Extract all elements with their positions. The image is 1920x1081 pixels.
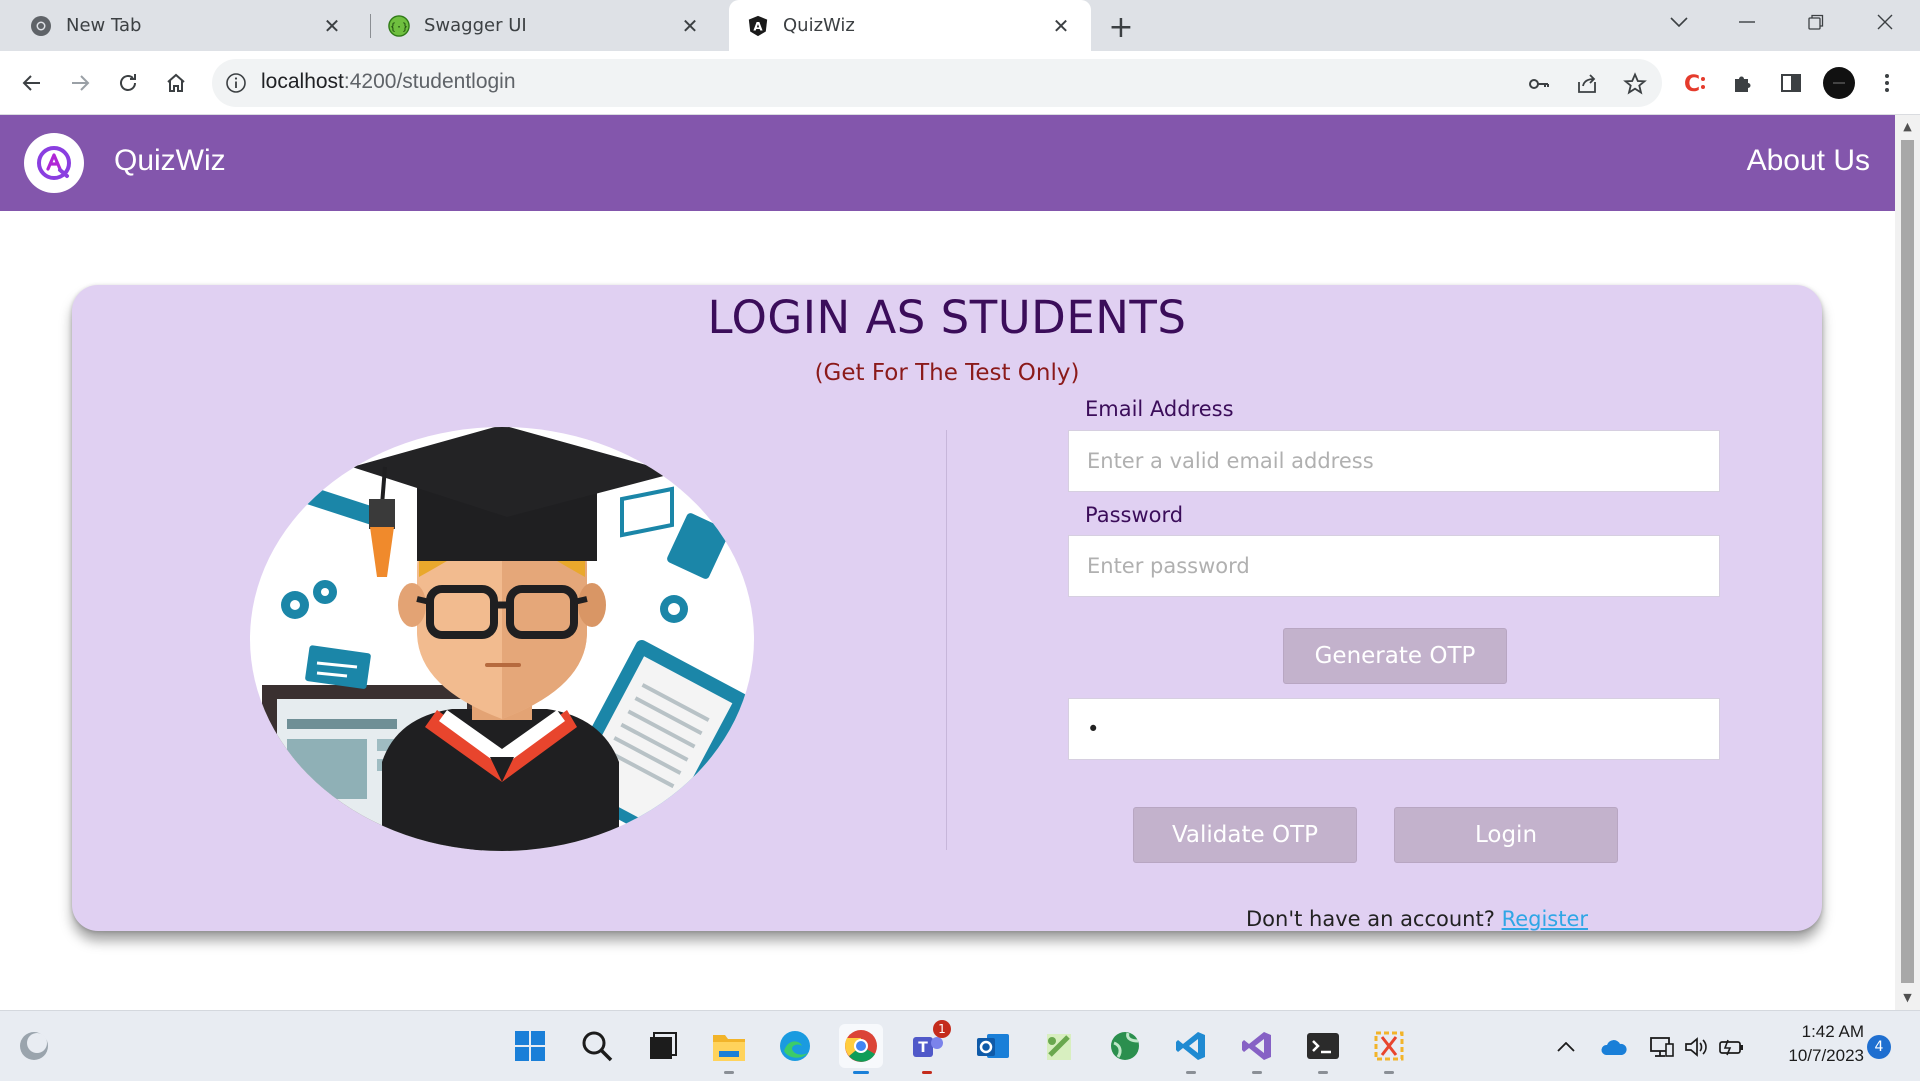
extensions-puzzle-icon[interactable] [1725,65,1761,101]
snipping-tool-icon[interactable] [1367,1024,1411,1074]
scrollbar-thumb[interactable] [1901,140,1914,983]
address-bar[interactable]: localhost:4200/studentlogin [212,59,1662,107]
page-subtitle: (Get For The Test Only) [814,360,1080,386]
running-indicator [1186,1071,1196,1074]
close-icon[interactable]: ✕ [678,14,702,38]
extension-c-icon[interactable]: C [1677,65,1713,101]
key-icon[interactable] [1526,71,1552,97]
page-viewport: QuizWiz About Us LOGIN AS STUDENTS (Get … [0,115,1895,1010]
graduate-student-illustration [250,427,754,851]
url-text: localhost:4200/studentlogin [261,70,516,94]
clock-time: 1:42 AM [1801,1022,1864,1041]
teams-badge: 1 [933,1020,951,1038]
teams-icon[interactable]: T 1 [905,1020,951,1074]
menu-kebab-icon[interactable] [1869,65,1905,101]
validate-otp-button[interactable]: Validate OTP [1133,807,1357,863]
visual-studio-icon[interactable] [1235,1024,1279,1074]
start-windows-icon[interactable] [508,1024,552,1068]
login-card: LOGIN AS STUDENTS (Get For The Test Only… [72,285,1822,931]
battery-icon[interactable] [1718,1033,1746,1061]
outlook-icon[interactable] [971,1024,1015,1068]
about-us-link[interactable]: About Us [1747,144,1870,178]
svg-text:{·}: {·} [390,22,408,33]
running-indicator [724,1071,734,1074]
tab-swagger-ui[interactable]: {·} Swagger UI ✕ [358,0,720,51]
running-indicator [1252,1071,1262,1074]
svg-text:C: C [1684,72,1700,96]
tab-quizwiz[interactable]: A QuizWiz ✕ [729,0,1091,51]
side-panel-icon[interactable] [1773,65,1809,101]
password-label: Password [1085,503,1184,527]
browser-toolbar: localhost:4200/studentlogin C [0,51,1920,115]
back-button[interactable] [14,65,50,101]
bookmark-star-icon[interactable] [1622,71,1648,97]
scroll-down-arrow[interactable]: ▼ [1900,990,1915,1005]
running-indicator [1384,1071,1394,1074]
page-title: LOGIN AS STUDENTS [707,291,1187,344]
otp-field[interactable]: • [1068,698,1720,760]
close-icon[interactable]: ✕ [1049,14,1073,38]
task-view-icon[interactable] [641,1024,685,1068]
brand-name[interactable]: QuizWiz [114,144,226,178]
onedrive-icon[interactable] [1600,1033,1628,1061]
tab-title: Swagger UI [424,15,527,36]
site-info-icon[interactable] [224,71,248,95]
running-indicator [922,1071,932,1074]
edge-icon[interactable] [773,1024,817,1068]
notification-badge[interactable]: 4 [1867,1035,1891,1059]
vertical-divider [946,430,947,850]
windows-taskbar: T 1 1:42 AM 10/7/2023 4 [0,1010,1920,1081]
login-button[interactable]: Login [1394,807,1618,863]
url-host: localhost [261,70,344,93]
chrome-taskbar-icon[interactable] [839,1024,883,1074]
scroll-up-arrow[interactable]: ▲ [1900,119,1915,134]
weather-widget-icon[interactable] [12,1024,56,1068]
angular-icon: A [747,15,769,37]
restore-button[interactable] [1796,6,1836,38]
tab-title: QuizWiz [783,15,855,36]
password-field[interactable]: Enter password [1068,535,1720,597]
url-path: :4200/studentlogin [343,70,516,93]
swagger-icon: {·} [388,14,410,37]
app-navbar: QuizWiz About Us [0,115,1895,211]
forward-button[interactable] [62,65,98,101]
page-scrollbar[interactable]: ▲ ▼ [1895,115,1920,1010]
search-icon[interactable] [575,1024,619,1068]
tab-search-icon[interactable] [1659,6,1699,38]
running-indicator [1318,1071,1328,1074]
profile-avatar[interactable] [1821,65,1857,101]
quizwiz-logo-icon[interactable] [24,133,84,193]
chevron-up-icon[interactable] [1552,1033,1580,1061]
terminal-icon[interactable] [1301,1024,1345,1074]
reload-button[interactable] [110,65,146,101]
email-field[interactable]: Enter a valid email address [1068,430,1720,492]
generate-otp-button[interactable]: Generate OTP [1283,628,1507,684]
close-icon[interactable]: ✕ [320,14,344,38]
register-link[interactable]: Register [1502,907,1588,931]
network-icon[interactable] [1648,1033,1676,1061]
close-window-button[interactable] [1865,6,1905,38]
svg-text:A: A [753,19,763,33]
tab-title: New Tab [66,15,142,36]
taskbar-clock[interactable]: 1:42 AM 10/7/2023 [1764,1020,1864,1068]
minimize-button[interactable] [1727,6,1767,38]
tab-new-tab[interactable]: New Tab ✕ [0,0,362,51]
chrome-icon [30,15,52,37]
svg-text:T: T [918,1040,928,1056]
notepad-plus-icon[interactable] [1037,1024,1081,1068]
globe-app-icon[interactable] [1103,1024,1147,1068]
running-indicator [853,1071,869,1074]
email-label: Email Address [1085,397,1234,421]
vscode-icon[interactable] [1169,1024,1213,1074]
register-prompt: Don't have an account? Register [1246,907,1588,931]
clock-date: 10/7/2023 [1788,1046,1864,1065]
new-tab-button[interactable]: + [1106,10,1136,45]
home-button[interactable] [158,65,194,101]
volume-icon[interactable] [1682,1033,1710,1061]
file-explorer-icon[interactable] [707,1024,751,1074]
share-icon[interactable] [1574,71,1600,97]
browser-tab-bar: New Tab ✕ {·} Swagger UI ✕ A QuizWiz ✕ + [0,0,1920,51]
no-account-text: Don't have an account? [1246,907,1495,931]
